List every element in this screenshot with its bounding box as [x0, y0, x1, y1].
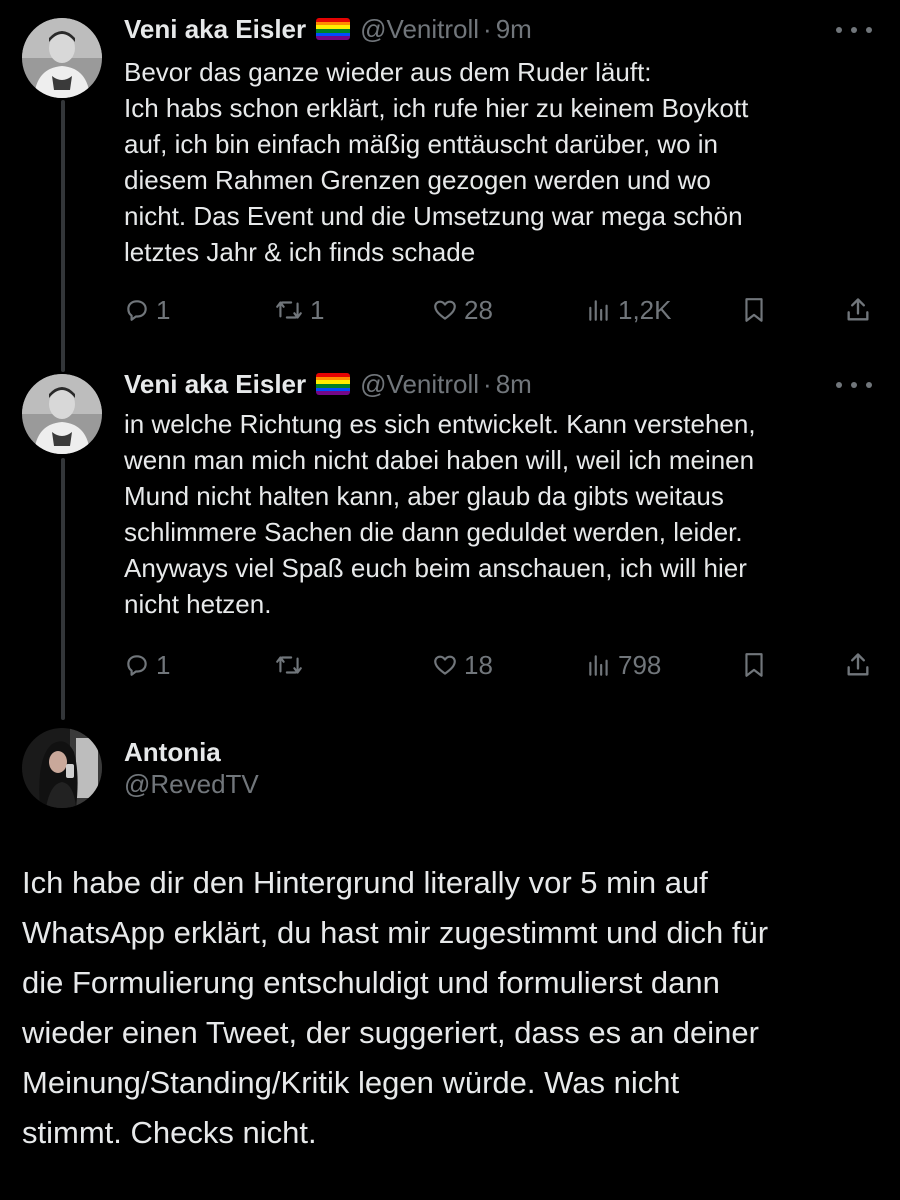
views-button[interactable]: 1,2K [586, 290, 672, 330]
display-name[interactable]: Veni aka Eisler [124, 367, 306, 401]
user-handle[interactable]: @Venitroll [360, 12, 479, 46]
reply-text-line: WhatsApp erklärt, du hast mir zugestimmt… [22, 915, 769, 950]
tweet-text-line: letztes Jahr & ich finds schade [124, 237, 476, 267]
like-count: 28 [464, 294, 493, 325]
retweet-count: 1 [310, 294, 325, 325]
share-icon [847, 653, 869, 676]
share-button[interactable] [844, 645, 872, 685]
tweet-text-line: auf, ich bin einfach mäßig enttäuscht da… [124, 129, 719, 159]
bookmark-button[interactable] [741, 645, 767, 685]
tweet-text-line: nicht. Das Event und die Umsetzung war m… [124, 201, 743, 231]
like-button[interactable]: 28 [432, 290, 493, 330]
reply-button[interactable]: 1 [124, 645, 170, 685]
separator: · [483, 14, 492, 44]
retweet-icon [276, 301, 302, 319]
tweet-text-line: wenn man mich nicht dabei haben will, we… [124, 445, 755, 475]
avatar[interactable] [22, 728, 102, 808]
retweet-icon [276, 656, 302, 674]
bookmark-icon [745, 298, 763, 322]
tweet-text-line: Mund nicht halten kann, aber glaub da gi… [124, 481, 724, 511]
bookmark-icon [745, 653, 763, 677]
tweet-text-line: Ich habs schon erklärt, ich rufe hier zu… [124, 93, 749, 123]
views-icon [589, 300, 608, 321]
views-count: 798 [618, 649, 662, 680]
thread-line [61, 100, 65, 372]
retweet-button[interactable] [274, 645, 310, 685]
avatar[interactable] [22, 374, 102, 454]
tweet-header: Veni aka Eisler @Venitroll · 8m [124, 367, 532, 401]
display-name[interactable]: Veni aka Eisler [124, 12, 306, 46]
avatar[interactable] [22, 18, 102, 98]
tweet-text-line: Anyways viel Spaß euch beim anschauen, i… [124, 553, 747, 583]
reply-text-line: Ich habe dir den Hintergrund literally v… [22, 865, 708, 900]
tweet-text-line: schlimmere Sachen die dann geduldet werd… [124, 517, 743, 547]
reply-text-line: wieder einen Tweet, der suggeriert, dass… [22, 1015, 759, 1050]
reply-count: 1 [156, 649, 171, 680]
like-button[interactable]: 18 [432, 645, 493, 685]
reply-text-line: die Formulierung entschuldigt und formul… [22, 965, 720, 1000]
reply-text-line: stimmt. Checks nicht. [22, 1115, 317, 1150]
bookmark-button[interactable] [741, 290, 767, 330]
reply-text-line: Meinung/Standing/Kritik legen würde. Was… [22, 1065, 680, 1100]
rainbow-flag-icon [316, 373, 351, 395]
views-button[interactable]: 798 [586, 645, 661, 685]
display-name[interactable]: Antonia [124, 736, 259, 768]
tweet-text-line: in welche Richtung es sich entwickelt. K… [124, 409, 756, 439]
views-icon [589, 655, 608, 676]
tweet-header: Veni aka Eisler @Venitroll · 9m [124, 12, 532, 46]
reply-icon [127, 300, 147, 321]
reply-text: Ich habe dir den Hintergrund literally v… [22, 858, 882, 1158]
share-button[interactable] [844, 290, 872, 330]
user-handle[interactable]: @RevedTV [124, 768, 259, 800]
action-bar: 1 18 798 [124, 645, 884, 685]
separator: · [483, 369, 492, 399]
reply-author: Antonia @RevedTV [124, 736, 259, 800]
like-count: 18 [464, 649, 493, 680]
heart-icon [434, 655, 456, 675]
timestamp[interactable]: 9m [496, 12, 532, 46]
action-bar: 1 1 28 1,2K [124, 290, 884, 330]
reply-button[interactable]: 1 [124, 290, 170, 330]
share-icon [847, 298, 869, 321]
more-icon[interactable] [836, 375, 872, 395]
retweet-button[interactable]: 1 [274, 290, 324, 330]
tweet-text: in welche Richtung es sich entwickelt. K… [124, 406, 864, 622]
user-handle[interactable]: @Venitroll [360, 367, 479, 401]
tweet-text-line: Bevor das ganze wieder aus dem Ruder läu… [124, 57, 652, 87]
tweet-text-line: nicht hetzen. [124, 589, 272, 619]
reply-count: 1 [156, 294, 171, 325]
timestamp[interactable]: 8m [496, 367, 532, 401]
more-icon[interactable] [836, 20, 872, 40]
heart-icon [434, 300, 456, 320]
thread-line [61, 458, 65, 720]
views-count: 1,2K [618, 294, 672, 325]
reply-icon [127, 655, 147, 676]
tweet-text-line: diesem Rahmen Grenzen gezogen werden und… [124, 165, 711, 195]
tweet-text: Bevor das ganze wieder aus dem Ruder läu… [124, 54, 864, 270]
rainbow-flag-icon [316, 18, 351, 40]
